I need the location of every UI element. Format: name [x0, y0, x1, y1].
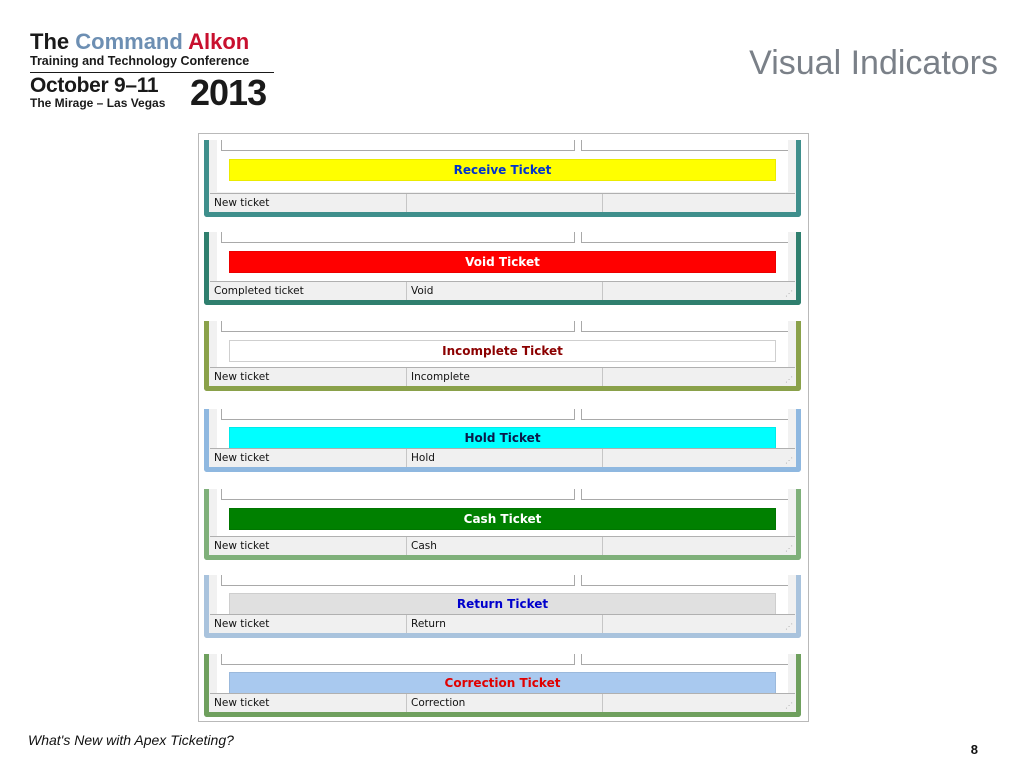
- status-bar: New ticket Correction ⋰: [210, 693, 795, 712]
- status-empty-cell: ⋰: [602, 615, 795, 633]
- logo-date-row: October 9–11 The Mirage – Las Vegas 2013: [30, 73, 280, 113]
- panel-return-ticket: Return Ticket New ticket Return ⋰: [204, 575, 801, 638]
- status-ticket-type: Cash: [406, 537, 605, 555]
- status-ticket-type: Hold: [406, 449, 605, 467]
- panel-header: [217, 575, 788, 587]
- void-ticket-indicator: Void Ticket: [229, 251, 776, 273]
- panel-header: [217, 232, 788, 244]
- resize-grip-icon[interactable]: ⋰: [785, 545, 793, 553]
- status-ticket-state: New ticket: [214, 697, 270, 709]
- status-empty-cell: ⋰: [602, 368, 795, 386]
- panel-header: [217, 489, 788, 501]
- status-bar: Completed ticket Void ⋰: [210, 281, 795, 300]
- status-ticket-state: New ticket: [214, 452, 270, 464]
- cash-ticket-indicator: Cash Ticket: [229, 508, 776, 530]
- logo-title: The Command Alkon: [30, 30, 280, 54]
- panel-header: [217, 409, 788, 421]
- panel-header: [217, 140, 788, 152]
- logo-venue: The Mirage – Las Vegas: [30, 96, 166, 110]
- correction-ticket-indicator: Correction Ticket: [229, 672, 776, 694]
- incomplete-ticket-indicator: Incomplete Ticket: [229, 340, 776, 362]
- panel-hold-ticket: Hold Ticket New ticket Hold ⋰: [204, 409, 801, 472]
- logo-date: October 9–11: [30, 74, 159, 97]
- logo-the: The: [30, 29, 70, 54]
- return-ticket-indicator: Return Ticket: [229, 593, 776, 615]
- resize-grip-icon[interactable]: ⋰: [785, 290, 793, 298]
- status-ticket-state: Completed ticket: [214, 285, 304, 297]
- status-empty-cell: ⋰: [602, 282, 795, 300]
- status-ticket-state: New ticket: [214, 618, 270, 630]
- panel-cash-ticket: Cash Ticket New ticket Cash ⋰: [204, 489, 801, 560]
- resize-grip-icon[interactable]: ⋰: [785, 623, 793, 631]
- status-ticket-type: Void: [406, 282, 605, 300]
- panel-void-ticket: Void Ticket Completed ticket Void ⋰: [204, 232, 801, 305]
- status-ticket-type: Correction: [406, 694, 605, 712]
- resize-grip-icon[interactable]: ⋰: [785, 702, 793, 710]
- status-bar: New ticket: [210, 193, 795, 212]
- status-ticket-type: Return: [406, 615, 605, 633]
- status-empty-cell: ⋰: [602, 694, 795, 712]
- status-bar: New ticket Cash ⋰: [210, 536, 795, 555]
- logo-subtitle: Training and Technology Conference: [30, 54, 274, 73]
- status-ticket-state: New ticket: [214, 540, 270, 552]
- conference-logo: The Command Alkon Training and Technolog…: [30, 30, 280, 115]
- panel-header: [217, 654, 788, 666]
- status-bar: New ticket Hold ⋰: [210, 448, 795, 467]
- receive-ticket-indicator: Receive Ticket: [229, 159, 776, 181]
- page-number: 8: [970, 742, 978, 757]
- logo-command: Command: [75, 29, 183, 54]
- status-bar: New ticket Incomplete ⋰: [210, 367, 795, 386]
- panel-body: Void Ticket: [217, 244, 788, 284]
- status-empty-cell: [602, 194, 795, 212]
- footer-caption: What's New with Apex Ticketing?: [28, 732, 234, 748]
- resize-grip-icon[interactable]: ⋰: [785, 457, 793, 465]
- status-ticket-type: [406, 194, 605, 212]
- status-empty-cell: ⋰: [602, 537, 795, 555]
- panel-header: [217, 321, 788, 333]
- hold-ticket-indicator: Hold Ticket: [229, 427, 776, 449]
- panel-receive-ticket: Receive Ticket New ticket: [204, 140, 801, 217]
- logo-alkon: Alkon: [188, 29, 250, 54]
- status-ticket-state: New ticket: [214, 197, 270, 209]
- logo-year: 2013: [190, 72, 267, 113]
- panel-body: Receive Ticket: [217, 152, 788, 192]
- panel-correction-ticket: Correction Ticket New ticket Correction …: [204, 654, 801, 717]
- ticket-screenshot: Receive Ticket New ticket Void Ticket Co…: [198, 133, 809, 722]
- status-ticket-state: New ticket: [214, 371, 270, 383]
- resize-grip-icon[interactable]: ⋰: [785, 376, 793, 384]
- status-empty-cell: ⋰: [602, 449, 795, 467]
- panel-body: Cash Ticket: [217, 501, 788, 541]
- slide-title: Visual Indicators: [749, 44, 998, 82]
- status-ticket-type: Incomplete: [406, 368, 605, 386]
- status-bar: New ticket Return ⋰: [210, 614, 795, 633]
- panel-incomplete-ticket: Incomplete Ticket New ticket Incomplete …: [204, 321, 801, 391]
